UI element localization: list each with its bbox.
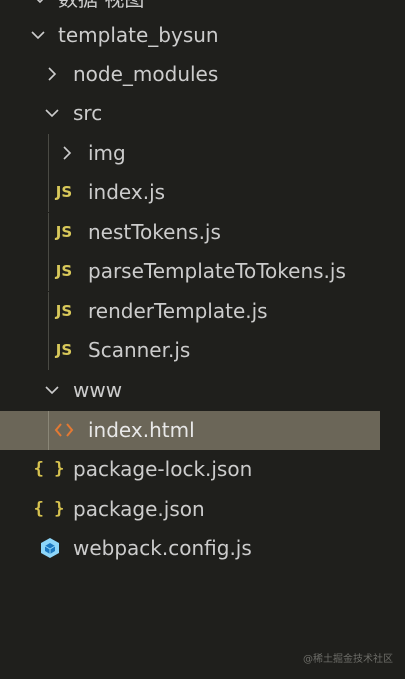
chevron-down-icon[interactable] xyxy=(28,25,48,45)
tree-item-label: template_bysun xyxy=(58,23,219,47)
tree-item-label: package-lock.json xyxy=(73,457,253,481)
tree-item-src[interactable]: src xyxy=(0,94,380,133)
tree-item-img[interactable]: img xyxy=(0,134,380,173)
tree-item-parsetemplatetotokens-js[interactable]: JS parseTemplateToTokens.js xyxy=(0,252,380,291)
webpack-cube-icon xyxy=(38,536,62,560)
indent-guide xyxy=(48,331,49,370)
tree-item-label: nestTokens.js xyxy=(88,220,221,244)
tree-item-webpack-config-js[interactable]: webpack.config.js xyxy=(0,529,380,568)
tree-item-label: package.json xyxy=(73,497,205,521)
chevron-down-icon[interactable] xyxy=(42,380,62,400)
chevron-down-icon[interactable] xyxy=(42,103,62,123)
tree-item-scanner-js[interactable]: JS Scanner.js xyxy=(0,331,380,370)
tree-item-label: index.js xyxy=(88,180,166,204)
tree-item-index-html[interactable]: index.html xyxy=(0,411,380,450)
chevron-down-icon[interactable] xyxy=(30,0,50,9)
chevron-right-icon[interactable] xyxy=(42,64,62,84)
tree-item-template-bysun[interactable]: template_bysun xyxy=(0,16,380,55)
html-file-icon xyxy=(52,418,76,442)
javascript-file-icon: JS xyxy=(55,302,73,320)
json-file-icon: { } xyxy=(33,499,65,519)
tree-item-rendertemplate-js[interactable]: JS renderTemplate.js xyxy=(0,292,380,331)
javascript-file-icon: JS xyxy=(55,262,73,280)
javascript-file-icon: JS xyxy=(55,183,73,201)
javascript-file-icon: JS xyxy=(55,223,73,241)
tree-item-label: src xyxy=(73,101,103,125)
indent-guide xyxy=(48,252,49,291)
indent-guide xyxy=(48,411,49,450)
indent-guide xyxy=(48,292,49,331)
file-explorer-panel: 数据 视图 template_bysun node_modules src im… xyxy=(0,0,405,679)
indent-guide xyxy=(48,134,49,173)
tree-item-node-modules[interactable]: node_modules xyxy=(0,55,380,94)
tree-item-label: parseTemplateToTokens.js xyxy=(88,259,346,283)
tree-item-label: renderTemplate.js xyxy=(88,299,268,323)
chevron-right-icon[interactable] xyxy=(57,143,77,163)
tree-item-label: img xyxy=(88,141,126,165)
tree-item-index-js[interactable]: JS index.js xyxy=(0,173,380,212)
tree-item-www[interactable]: www xyxy=(0,371,380,410)
tree-item-package-json[interactable]: { } package.json xyxy=(0,490,380,529)
json-file-icon: { } xyxy=(33,459,65,479)
tree-item-label: webpack.config.js xyxy=(73,536,252,560)
javascript-file-icon: JS xyxy=(55,341,73,359)
tree-item-label: www xyxy=(73,378,123,402)
indent-guide xyxy=(48,173,49,212)
tree-item-label: index.html xyxy=(88,418,195,442)
watermark: @稀土掘金技术社区 xyxy=(303,654,393,665)
tree-item-package-lock-json[interactable]: { } package-lock.json xyxy=(0,450,380,489)
tree-item-label: Scanner.js xyxy=(88,338,191,362)
tree-item-label: node_modules xyxy=(73,62,219,86)
indent-guide xyxy=(48,213,49,252)
tree-item-nesttokens-js[interactable]: JS nestTokens.js xyxy=(0,213,380,252)
